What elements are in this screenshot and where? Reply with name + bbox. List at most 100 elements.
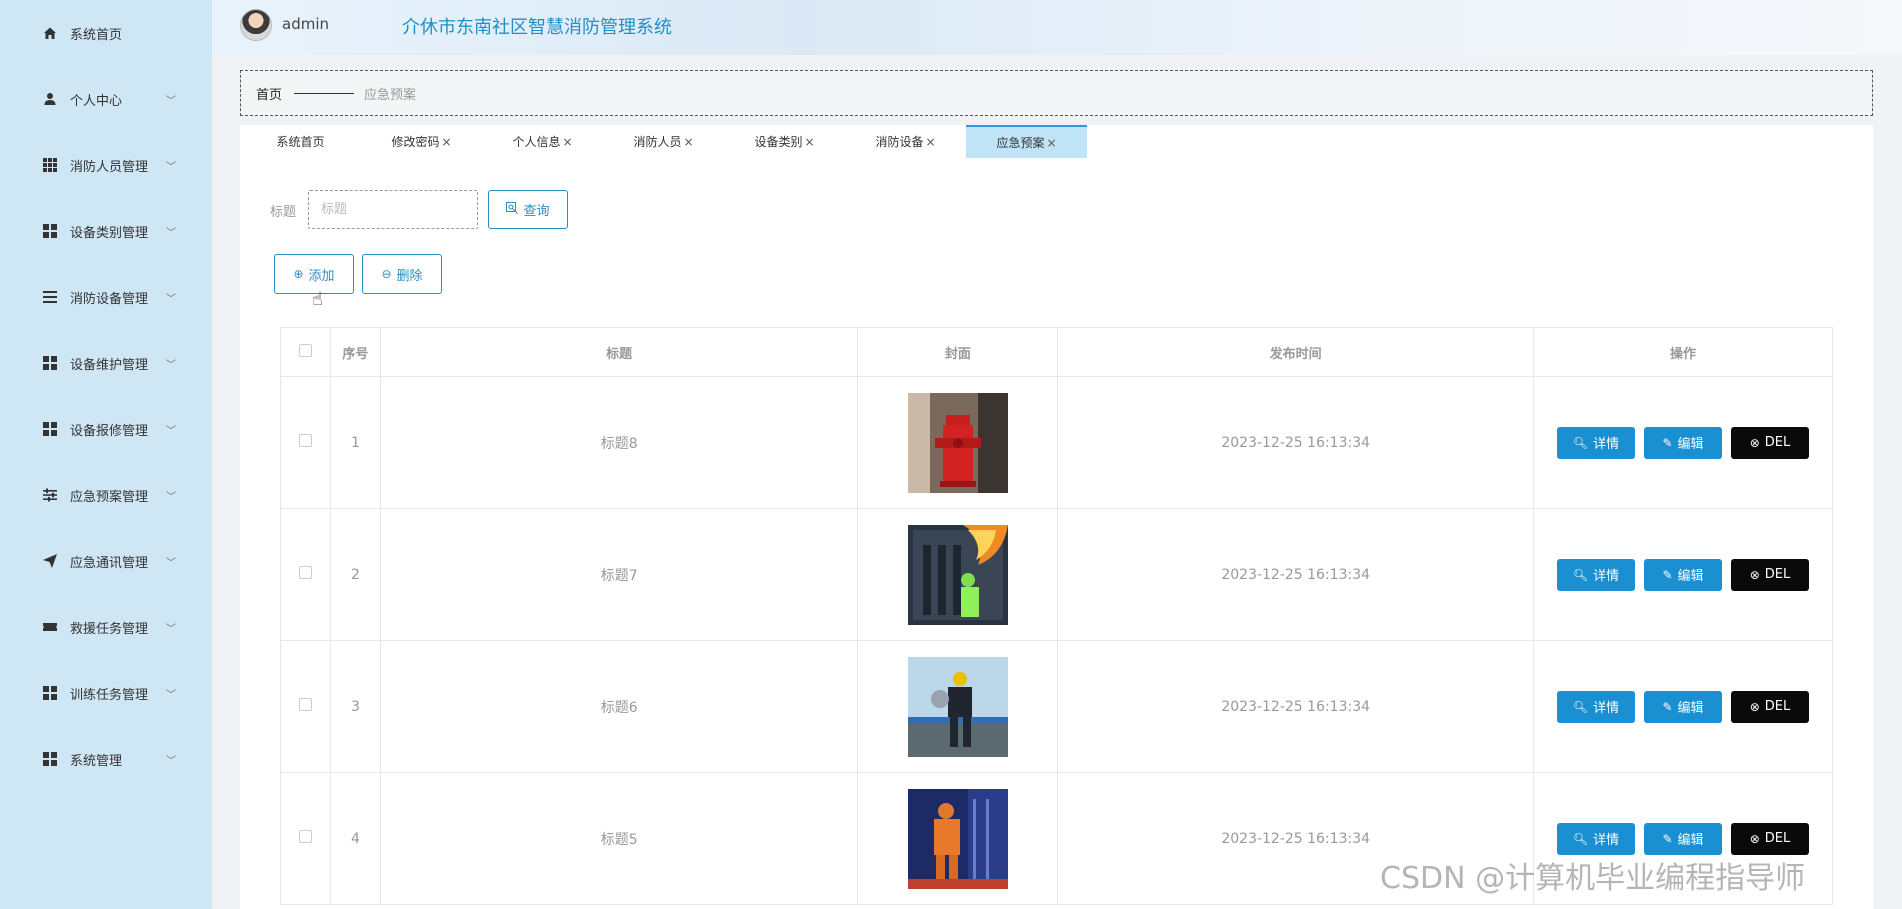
column-header: 序号 — [329, 327, 381, 377]
minus-circle-icon: ⊖ — [381, 267, 392, 281]
sidebar-item-fire-equipment[interactable]: 消防设备管理 ﹀ — [0, 282, 212, 312]
close-icon[interactable]: × — [683, 135, 693, 149]
search-icon: 🔍︎ — [1572, 567, 1589, 582]
tab-label: 应急预案 — [996, 136, 1045, 150]
delete-label: DEL — [1764, 567, 1791, 582]
add-button[interactable]: ⊕ 添加 — [274, 254, 354, 294]
detail-button[interactable]: 🔍︎ 详情 — [1556, 822, 1635, 855]
chevron-down-icon: ﹀ — [166, 491, 176, 503]
tab-label: 修改密码 — [391, 135, 440, 149]
sidebar-item-home[interactable]: 系统首页 — [0, 18, 212, 48]
sidebar-item-emergency-comm[interactable]: 应急通讯管理 ﹀ — [0, 546, 212, 576]
column-header: 发布时间 — [1057, 327, 1534, 377]
close-icon[interactable]: × — [562, 135, 572, 149]
select-all-checkbox[interactable] — [298, 343, 312, 357]
tab-firefighters[interactable]: 消防人员 × — [603, 125, 724, 158]
main-panel: 系统首页 修改密码 × 个人信息 × 消防人员 × 设备类别 × 消防设备 × … — [240, 125, 1873, 909]
sidebar-item-label: 系统管理 — [70, 753, 123, 769]
table-row: 2 标题7 2023-12-25 16:13:34 🔍︎ 详情 ✎ 编辑 ⊗ D… — [280, 508, 1834, 641]
close-icon[interactable]: × — [925, 135, 935, 149]
row-delete-button[interactable]: ⊗ DEL — [1730, 558, 1809, 591]
send-icon — [42, 553, 58, 569]
sidebar-item-firefighters[interactable]: 消防人员管理 ﹀ — [0, 150, 212, 180]
detail-button[interactable]: 🔍︎ 详情 — [1556, 426, 1635, 459]
row-checkbox[interactable] — [298, 566, 312, 579]
edit-button[interactable]: ✎ 编辑 — [1643, 822, 1722, 855]
list-icon — [42, 289, 58, 305]
pencil-icon: ✎ — [1662, 435, 1673, 450]
breadcrumb: 首页 应急预案 — [240, 70, 1873, 116]
breadcrumb-home[interactable]: 首页 — [256, 84, 282, 103]
detail-button[interactable]: 🔍︎ 详情 — [1556, 558, 1635, 591]
select-all-cell — [280, 327, 331, 377]
sidebar: 系统首页 个人中心 ﹀ 消防人员管理 ﹀ 设备类别管理 ﹀ 消防设备管理 ﹀ 设… — [0, 0, 212, 909]
pencil-icon: ✎ — [1662, 567, 1673, 582]
detail-label: 详情 — [1593, 569, 1620, 584]
row-checkbox[interactable] — [298, 698, 312, 711]
tab-home[interactable]: 系统首页 — [240, 125, 361, 158]
add-button-label: 添加 — [308, 268, 335, 284]
close-circle-icon: ⊗ — [1749, 435, 1760, 450]
sidebar-item-label: 设备类别管理 — [70, 225, 149, 241]
column-header: 操作 — [1532, 327, 1834, 377]
chevron-down-icon: ﹀ — [166, 689, 176, 701]
username[interactable]: admin — [282, 15, 329, 33]
plus-circle-icon: ⊕ — [293, 267, 304, 281]
home-icon — [42, 25, 58, 41]
edit-button[interactable]: ✎ 编辑 — [1643, 426, 1722, 459]
tab-emergency-plan[interactable]: 应急预案 × — [966, 125, 1087, 158]
sliders-icon — [42, 487, 58, 503]
tab-label: 消防设备 — [875, 135, 924, 149]
row-checkbox[interactable] — [298, 434, 312, 447]
apps-icon — [42, 751, 58, 767]
edit-button[interactable]: ✎ 编辑 — [1643, 558, 1722, 591]
chevron-down-icon: ﹀ — [166, 95, 176, 107]
breadcrumb-separator — [294, 92, 355, 94]
detail-button[interactable]: 🔍︎ 详情 — [1556, 690, 1635, 723]
row-delete-button[interactable]: ⊗ DEL — [1730, 690, 1809, 723]
sidebar-item-label: 应急预案管理 — [70, 489, 149, 505]
row-index: 2 — [329, 508, 381, 641]
tab-change-password[interactable]: 修改密码 × — [361, 125, 482, 158]
edit-button[interactable]: ✎ 编辑 — [1643, 690, 1722, 723]
sidebar-item-label: 救援任务管理 — [70, 621, 149, 637]
sidebar-item-rescue-task[interactable]: 救援任务管理 ﹀ — [0, 612, 212, 642]
close-circle-icon: ⊗ — [1749, 831, 1760, 846]
tab-personal-info[interactable]: 个人信息 × — [482, 125, 603, 158]
row-operations: 🔍︎ 详情 ✎ 编辑 ⊗ DEL — [1532, 376, 1834, 509]
close-icon[interactable]: × — [1046, 136, 1056, 150]
sidebar-item-emergency-plan[interactable]: 应急预案管理 ﹀ — [0, 480, 212, 510]
sidebar-item-maintenance[interactable]: 设备维护管理 ﹀ — [0, 348, 212, 378]
row-delete-button[interactable]: ⊗ DEL — [1730, 426, 1809, 459]
sidebar-item-device-category[interactable]: 设备类别管理 ﹀ — [0, 216, 212, 246]
firefighter-blaze-photo — [907, 524, 1008, 625]
sidebar-item-system[interactable]: 系统管理 ﹀ — [0, 744, 212, 774]
tab-device-category[interactable]: 设备类别 × — [724, 125, 845, 158]
tab-fire-equipment[interactable]: 消防设备 × — [845, 125, 966, 158]
tab-bar: 系统首页 修改密码 × 个人信息 × 消防人员 × 设备类别 × 消防设备 × … — [240, 125, 1087, 158]
row-delete-button[interactable]: ⊗ DEL — [1730, 822, 1809, 855]
close-icon[interactable]: × — [804, 135, 814, 149]
row-index: 3 — [329, 640, 381, 773]
column-header: 标题 — [379, 327, 859, 377]
sidebar-item-personal-center[interactable]: 个人中心 ﹀ — [0, 84, 212, 114]
sidebar-item-repair[interactable]: 设备报修管理 ﹀ — [0, 414, 212, 444]
pencil-icon: ✎ — [1662, 831, 1673, 846]
query-button[interactable]: 查询 — [488, 190, 568, 229]
row-checkbox[interactable] — [298, 830, 312, 843]
detail-label: 详情 — [1593, 437, 1620, 452]
row-published: 2023-12-25 16:13:34 — [1057, 640, 1534, 773]
row-title: 标题7 — [379, 508, 859, 641]
sidebar-item-training-task[interactable]: 训练任务管理 ﹀ — [0, 678, 212, 708]
close-icon[interactable]: × — [441, 135, 451, 149]
row-operations: 🔍︎ 详情 ✎ 编辑 ⊗ DEL — [1532, 640, 1834, 773]
row-cover-cell — [857, 772, 1059, 905]
chevron-down-icon: ﹀ — [166, 161, 176, 173]
title-search-input[interactable] — [308, 190, 478, 229]
sidebar-item-label: 个人中心 — [70, 93, 123, 109]
row-cover-cell — [857, 376, 1059, 509]
sidebar-item-label: 设备维护管理 — [70, 357, 149, 373]
avatar[interactable] — [240, 9, 272, 41]
delete-button[interactable]: ⊖ 删除 — [362, 254, 442, 294]
apps-icon — [42, 355, 58, 371]
